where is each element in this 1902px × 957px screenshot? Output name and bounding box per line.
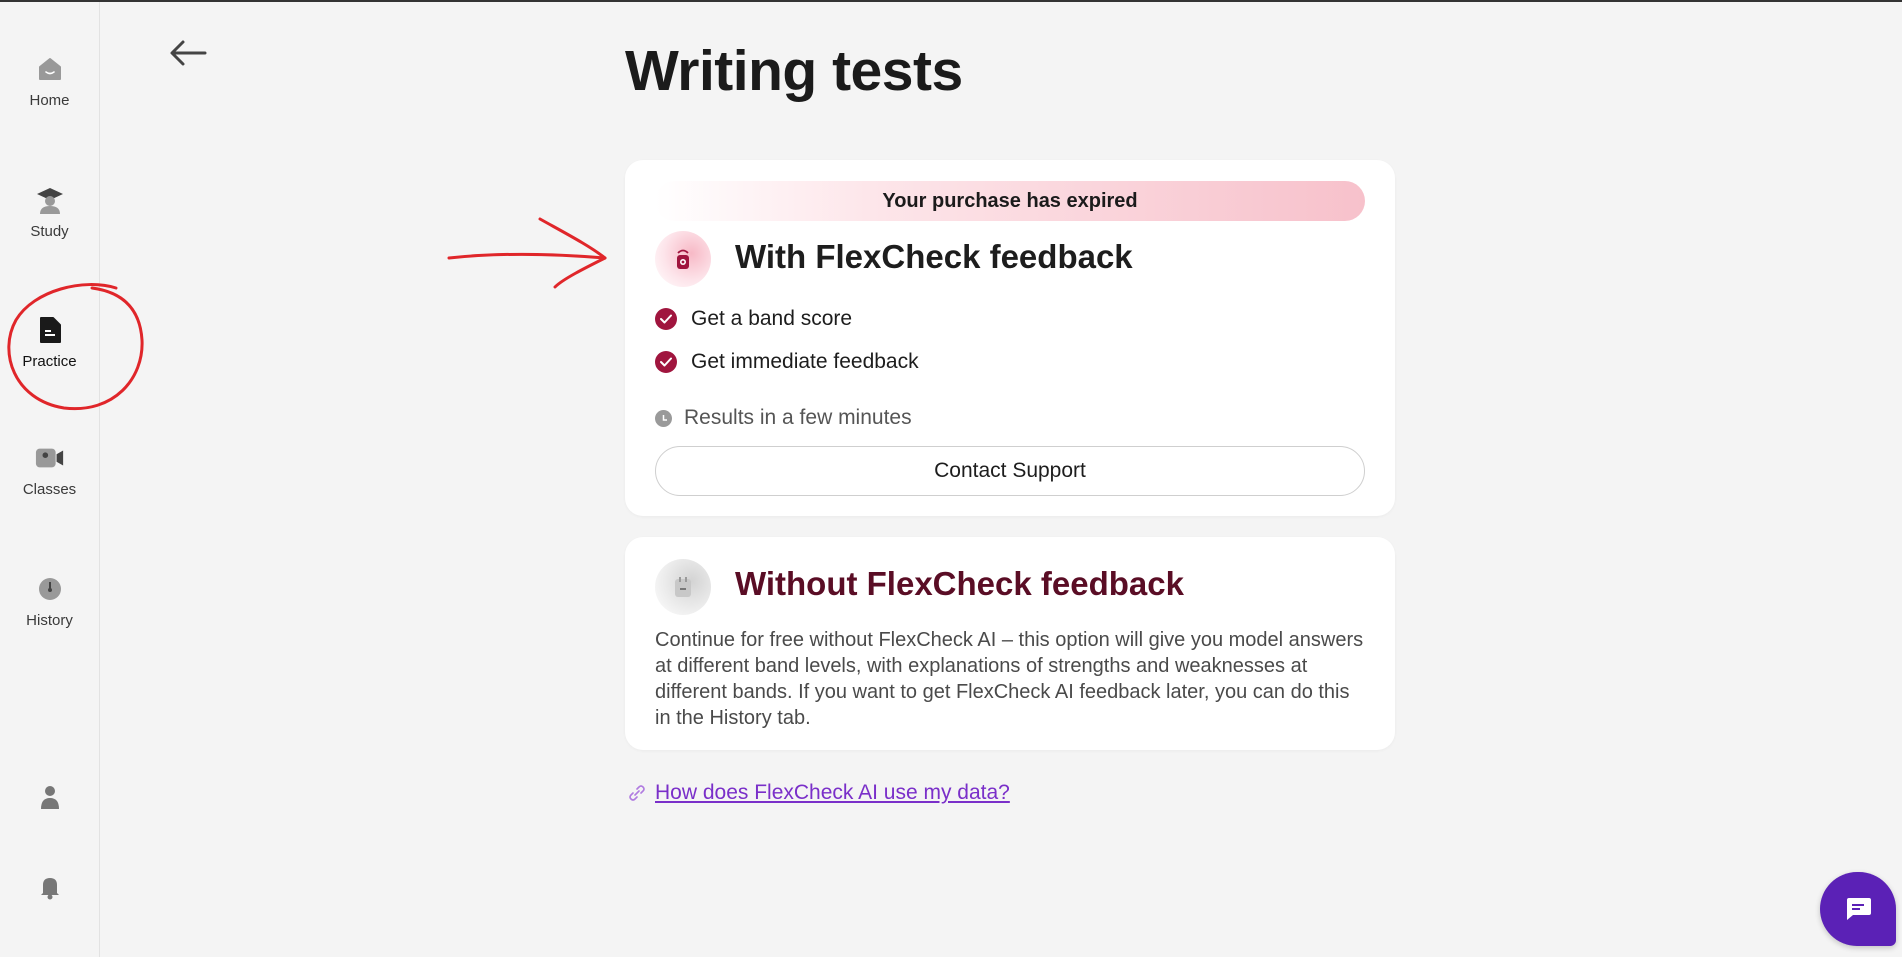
graduate-icon <box>35 185 65 215</box>
chat-bubble-icon <box>1847 898 1871 920</box>
sidebar-item-label: Home <box>29 92 70 109</box>
notebook-icon <box>655 559 711 615</box>
document-icon <box>35 315 65 345</box>
sidebar-item-history[interactable]: History <box>0 574 99 654</box>
feature-item: Get immediate feedback <box>655 350 919 374</box>
user-icon <box>35 782 65 812</box>
option-without-description: Continue for free without FlexCheck AI –… <box>655 629 1364 729</box>
sidebar-item-classes[interactable]: Classes <box>0 443 99 523</box>
link-icon <box>629 785 645 801</box>
sidebar-profile[interactable] <box>0 782 99 814</box>
clock-icon <box>35 574 65 604</box>
expired-banner: Your purchase has expired <box>655 181 1365 221</box>
sidebar-item-practice[interactable]: Practice <box>0 315 99 395</box>
annotation-arrow <box>447 217 607 289</box>
contact-support-button[interactable]: Contact Support <box>655 446 1365 496</box>
results-label: Results in a few minutes <box>684 406 912 429</box>
chat-button[interactable] <box>1820 872 1896 946</box>
sidebar-item-label: Study <box>30 223 69 240</box>
feature-label: Get a band score <box>691 307 853 330</box>
flexcheck-icon <box>655 231 711 287</box>
feature-label: Get immediate feedback <box>691 350 919 373</box>
option-without-title[interactable]: Without FlexCheck feedback <box>735 565 1184 603</box>
sidebar-item-label: History <box>26 612 73 629</box>
option-with-title: With FlexCheck feedback <box>735 238 1133 275</box>
video-camera-icon <box>35 443 65 473</box>
sidebar-item-label: Classes <box>22 481 77 498</box>
sidebar: Home Study Practice Classes History <box>0 2 100 957</box>
check-icon <box>655 351 677 373</box>
clock-icon <box>655 409 672 427</box>
data-usage-link-row: How does FlexCheck AI use my data? <box>627 781 1010 805</box>
option-without-feedback-card[interactable]: Without FlexCheck feedback Continue for … <box>625 537 1395 750</box>
arrow-left-icon <box>170 40 207 66</box>
feature-item: Get a band score <box>655 307 852 331</box>
window-top-border <box>0 0 1902 2</box>
sidebar-item-home[interactable]: Home <box>0 54 99 134</box>
home-icon <box>35 54 65 84</box>
sidebar-item-study[interactable]: Study <box>0 185 99 265</box>
check-icon <box>655 308 677 330</box>
sidebar-item-label: Practice <box>22 353 77 370</box>
back-button[interactable] <box>168 36 208 70</box>
option-with-feedback-card: Your purchase has expired With FlexCheck… <box>625 160 1395 516</box>
page-title: Writing tests <box>625 39 963 103</box>
bell-icon <box>35 872 65 902</box>
sidebar-notifications[interactable] <box>0 872 99 904</box>
data-usage-link[interactable]: How does FlexCheck AI use my data? <box>655 781 1010 805</box>
results-time: Results in a few minutes <box>655 406 912 430</box>
